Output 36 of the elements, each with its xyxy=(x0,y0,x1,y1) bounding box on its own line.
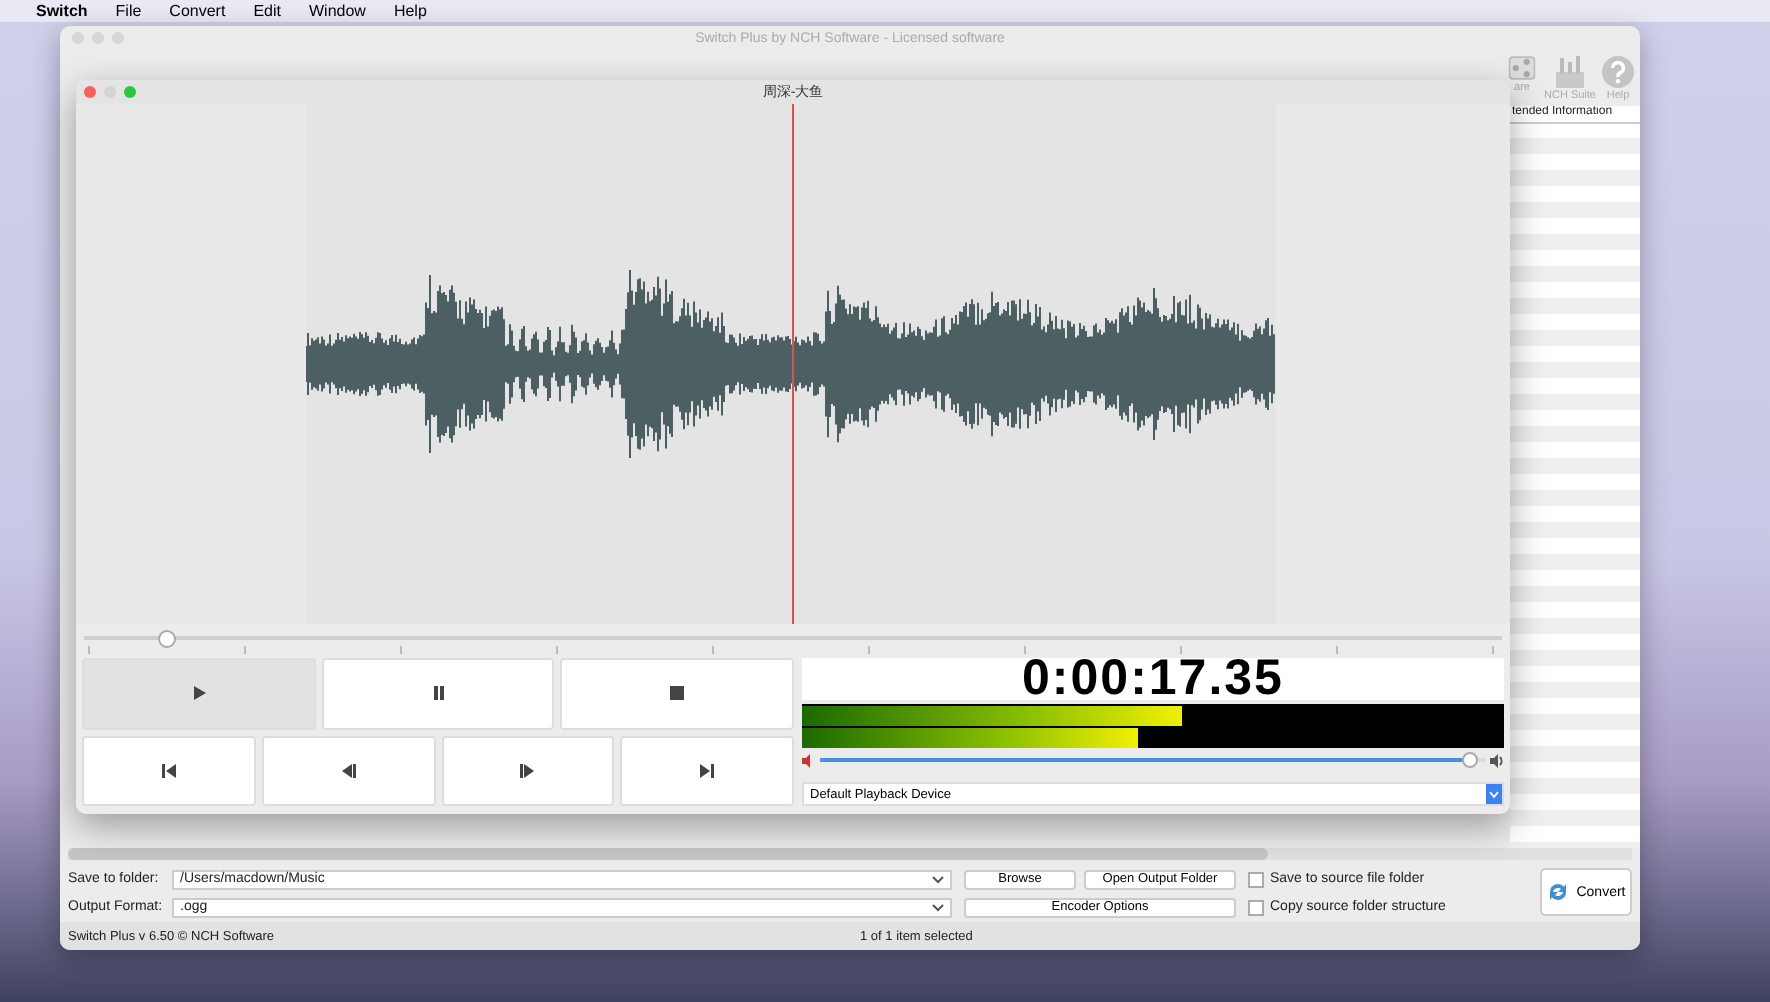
convert-icon xyxy=(1546,880,1571,904)
chevron-down-icon xyxy=(932,875,944,883)
menu-item[interactable]: Edit xyxy=(253,2,281,20)
close-button[interactable] xyxy=(84,86,96,98)
end-button[interactable] xyxy=(620,735,794,806)
menu-item[interactable]: Help xyxy=(393,2,427,20)
stop-icon xyxy=(668,684,687,703)
back-button[interactable] xyxy=(261,735,435,806)
skip-to-end-icon xyxy=(698,761,717,780)
toolbox-icon xyxy=(1552,54,1588,90)
chevron-down-icon xyxy=(932,903,944,911)
scrollbar-thumb[interactable] xyxy=(68,848,1268,860)
help-icon xyxy=(1600,54,1636,90)
menu-item[interactable]: File xyxy=(115,2,142,20)
step-forward-icon xyxy=(518,761,537,780)
stop-button[interactable] xyxy=(560,658,795,729)
checkbox[interactable] xyxy=(1248,871,1264,887)
pause-button[interactable] xyxy=(321,658,555,729)
chevron-down-icon xyxy=(1486,784,1502,804)
play-icon xyxy=(189,684,208,703)
step-back-icon xyxy=(339,761,358,780)
pause-icon xyxy=(429,684,447,703)
time-display: 0:00:17.35 xyxy=(802,658,1504,700)
forward-button[interactable] xyxy=(441,735,615,806)
start-button[interactable] xyxy=(82,735,256,806)
zoom-button[interactable] xyxy=(124,86,136,98)
skip-to-start-icon xyxy=(159,761,178,780)
menu-item[interactable]: Switch xyxy=(36,2,88,20)
checkbox[interactable] xyxy=(1248,899,1264,915)
slider-thumb[interactable] xyxy=(158,630,177,648)
menu-item[interactable]: Window xyxy=(308,2,366,20)
play-button[interactable] xyxy=(82,658,316,729)
speaker-icon xyxy=(1490,753,1504,767)
share-icon xyxy=(1508,54,1537,82)
speaker-muted-icon xyxy=(802,753,816,767)
menu-item[interactable]: Convert xyxy=(169,2,226,20)
